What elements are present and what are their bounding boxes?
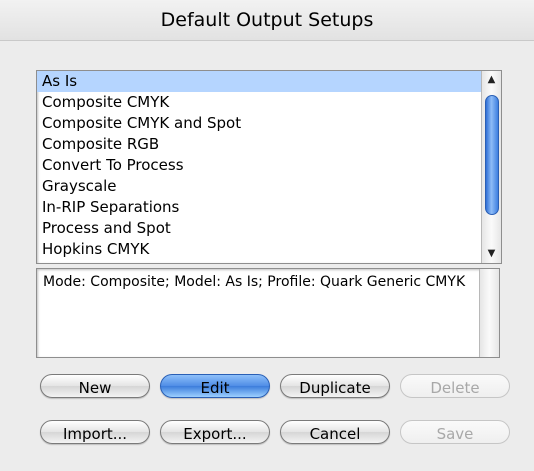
scroll-thumb[interactable] <box>485 95 499 215</box>
list-item[interactable]: Composite CMYK and Spot <box>37 113 481 134</box>
list-item[interactable]: Hopkins CMYK <box>37 239 481 260</box>
new-button[interactable]: New <box>40 374 150 398</box>
list-item[interactable]: Process and Spot <box>37 218 481 239</box>
cancel-button[interactable]: Cancel <box>280 420 390 444</box>
description-scrollbar <box>479 269 499 357</box>
list-item[interactable]: In-RIP Separations <box>37 197 481 218</box>
list-item[interactable]: Composite RGB <box>37 134 481 155</box>
description-panel: Mode: Composite; Model: As Is; Profile: … <box>36 268 500 358</box>
delete-button: Delete <box>400 374 510 398</box>
edit-button[interactable]: Edit <box>160 374 270 398</box>
list-scrollbar[interactable]: ▲ ▼ <box>481 71 501 263</box>
title-divider <box>0 40 534 41</box>
list-item[interactable]: Composite CMYK <box>37 92 481 113</box>
description-text: Mode: Composite; Model: As Is; Profile: … <box>43 274 466 290</box>
save-button: Save <box>400 420 510 444</box>
scroll-up-arrow-icon[interactable]: ▲ <box>482 71 501 89</box>
list-item[interactable]: Convert To Process <box>37 155 481 176</box>
dialog-title: Default Output Setups <box>0 0 534 40</box>
duplicate-button[interactable]: Duplicate <box>280 374 390 398</box>
export-button[interactable]: Export... <box>160 420 270 444</box>
list-item[interactable]: As Is <box>37 71 481 92</box>
scroll-down-arrow-icon[interactable]: ▼ <box>482 245 501 263</box>
list-item[interactable]: Grayscale <box>37 176 481 197</box>
output-setups-list[interactable]: As Is Composite CMYK Composite CMYK and … <box>36 70 502 264</box>
import-button[interactable]: Import... <box>40 420 150 444</box>
